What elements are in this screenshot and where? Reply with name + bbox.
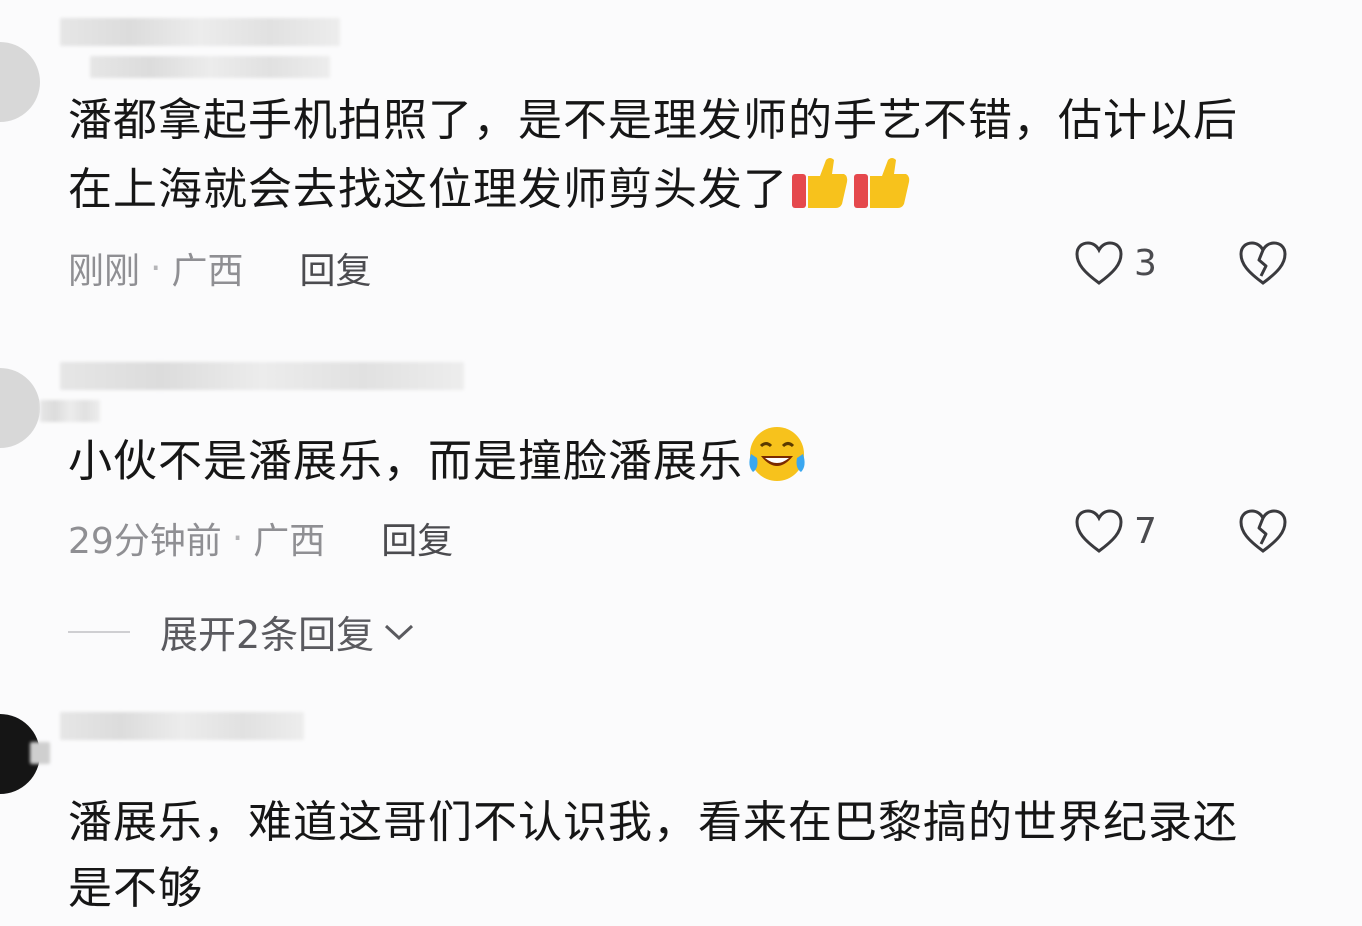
expand-replies-button[interactable]: 展开2条回复 [68,604,416,659]
comment-text: 小伙不是潘展乐，而是撞脸潘展乐 [68,424,1278,503]
like-count: 3 [1134,242,1157,284]
comment-text-content: 潘都拿起手机拍照了，是不是理发师的手艺不错，估计以后在上海就会去找这位理发师剪头… [68,95,1238,215]
heart-icon [1075,241,1123,285]
comment-location: 广西 [171,251,244,292]
avatar[interactable] [0,42,40,122]
chevron-down-icon [385,624,414,640]
dislike-button[interactable] [1238,240,1288,290]
username-blurred-sub [40,400,100,422]
comment-text: 潘展乐，难道这哥们不认识我，看来在巴黎搞的世界纪录还是不够 [68,790,1278,922]
comment-time: 刚刚 [68,251,141,292]
comment-meta: 29分钟前 · 广西 回复 [68,512,453,564]
like-button[interactable]: 7 [1074,508,1157,554]
like-count: 7 [1134,510,1157,552]
comment-text-content: 潘展乐，难道这哥们不认识我，看来在巴黎搞的世界纪录还是不够 [68,797,1238,914]
reply-button[interactable]: 回复 [299,242,371,294]
username-blurred-sub [30,742,50,764]
expand-replies-label: 展开2条回复 [160,613,375,657]
avatar[interactable] [0,368,40,448]
username-blurred[interactable] [60,712,304,740]
username-blurred-sub [90,56,330,78]
meta-separator: · [231,517,244,559]
reply-button[interactable]: 回复 [381,512,453,564]
broken-heart-icon [1239,509,1287,553]
dislike-button[interactable] [1238,508,1288,558]
meta-separator: · [150,247,162,289]
thumbs-up-icon [852,154,912,231]
comment-meta: 刚刚 · 广西 回复 [68,242,372,294]
username-blurred[interactable] [60,18,340,46]
laughing-crying-icon [745,424,809,503]
broken-heart-icon [1239,241,1287,285]
heart-icon [1075,509,1123,553]
divider-line [68,630,130,633]
comment-text-content: 小伙不是潘展乐，而是撞脸潘展乐 [68,436,743,487]
like-button[interactable]: 3 [1074,240,1157,286]
username-blurred[interactable] [60,362,464,390]
thumbs-up-icon [790,154,850,231]
comment-location: 广西 [253,521,326,562]
comment-text: 潘都拿起手机拍照了，是不是理发师的手艺不错，估计以后在上海就会去找这位理发师剪头… [68,88,1278,231]
comment-time: 29分钟前 [68,521,222,562]
